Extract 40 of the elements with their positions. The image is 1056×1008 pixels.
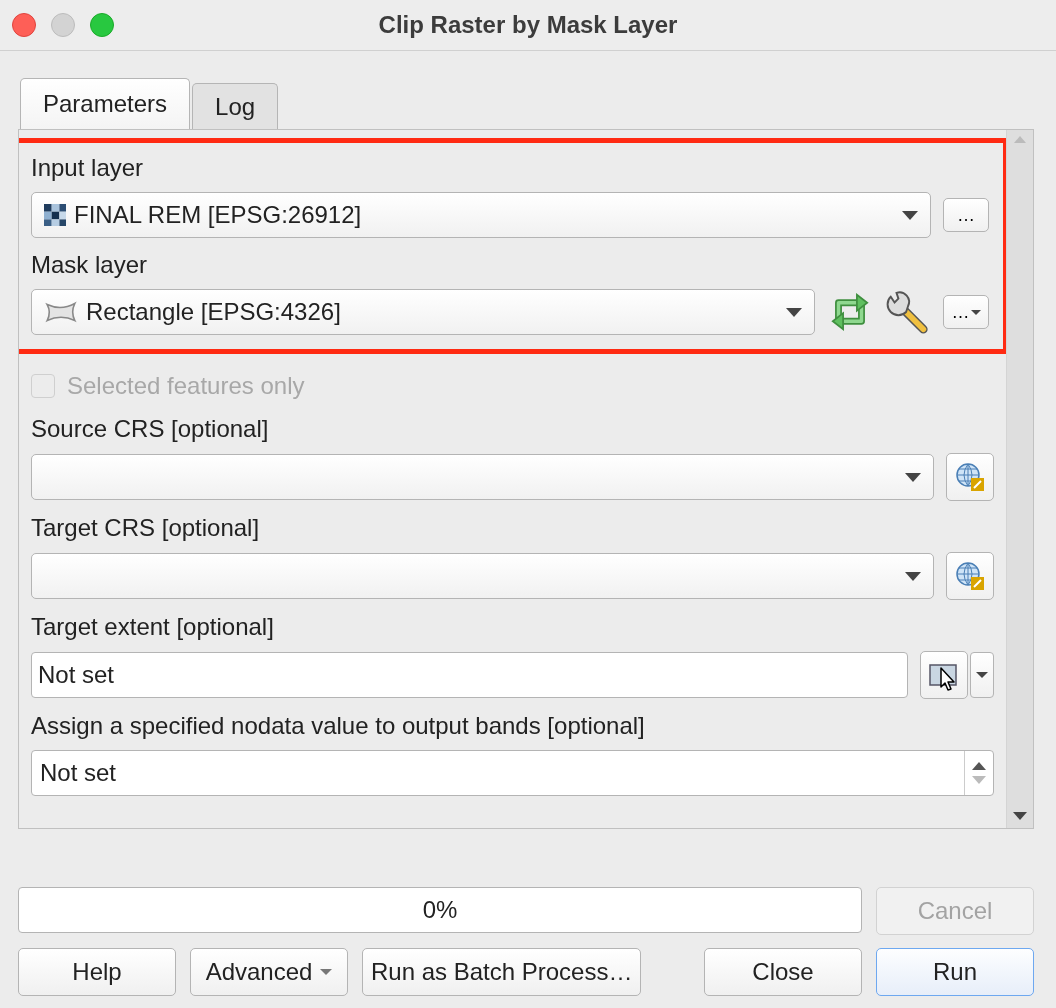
parameter-label: Input layer [31, 153, 145, 182]
checkbox-label: Selected features only [67, 372, 305, 400]
extent-field[interactable]: Not set [31, 652, 908, 698]
parameter-label: Target CRS [optional] [31, 513, 261, 542]
layer-dropdown[interactable]: FINAL REM [EPSG:26912] [31, 192, 931, 238]
dropdown-caret-icon [902, 210, 918, 220]
crs-dropdown[interactable] [31, 553, 934, 599]
run-button[interactable]: Run [876, 948, 1034, 996]
crs-select-button[interactable] [946, 453, 994, 501]
crs-select-button[interactable] [946, 552, 994, 600]
progress-percentage: 0% [422, 896, 458, 924]
menu-button[interactable]: Advanced [190, 948, 348, 996]
tab[interactable]: Log [192, 83, 279, 129]
number-field[interactable]: Not set [31, 750, 994, 796]
dropdown-caret-icon [786, 307, 802, 317]
layer-dropdown[interactable]: Rectangle [EPSG:4326] [31, 289, 815, 335]
browse-button[interactable]: … [943, 295, 989, 329]
browse-button[interactable]: … [943, 198, 989, 232]
close-window-icon[interactable] [12, 13, 36, 37]
globe-pencil-icon [954, 461, 986, 493]
dropdown-caret-icon [905, 571, 921, 581]
parameter-label: Source CRS [optional] [31, 414, 270, 443]
wrench-icon[interactable] [885, 289, 931, 335]
map-canvas-extent-button[interactable] [920, 651, 968, 699]
dropdown-caret-icon [905, 472, 921, 482]
extent-menu-button[interactable] [970, 652, 994, 698]
window-title: Clip Raster by Mask Layer [378, 11, 678, 39]
parameter-label: Target extent [optional] [31, 612, 275, 641]
polygon-layer-icon [44, 300, 78, 324]
raster-layer-icon [44, 204, 66, 226]
parameter-label: Mask layer [31, 250, 149, 279]
parameter-label: Assign a specified nodata value to output bands [optional] [31, 711, 646, 740]
dialog-button[interactable]: Run as Batch Process… [362, 948, 642, 996]
crs-dropdown[interactable] [31, 454, 934, 500]
zoom-window-icon[interactable] [90, 13, 114, 37]
tab[interactable]: Parameters [20, 78, 191, 129]
dialog-button[interactable]: Help [18, 948, 176, 996]
scrollbar[interactable] [1006, 130, 1033, 828]
dialog-button[interactable]: Close [704, 948, 862, 996]
globe-pencil-icon [954, 560, 986, 592]
